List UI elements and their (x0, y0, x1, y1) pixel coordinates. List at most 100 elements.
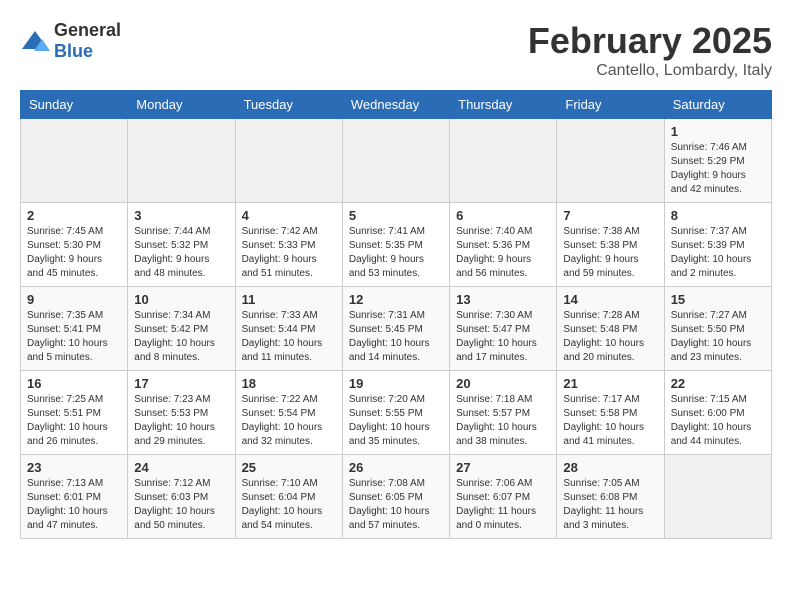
calendar-cell (557, 119, 664, 203)
calendar-cell (342, 119, 449, 203)
calendar-cell: 3 Sunrise: 7:44 AM Sunset: 5:32 PM Daylig… (128, 203, 235, 287)
day-number: 20 (456, 376, 550, 391)
day-info: Sunrise: 7:28 AM Sunset: 5:48 PM Dayligh… (563, 309, 657, 365)
day-number: 6 (456, 208, 550, 223)
day-number: 10 (134, 292, 228, 307)
title-area: February 2025 Cantello, Lombardy, Italy (528, 20, 772, 80)
day-info: Sunrise: 7:22 AM Sunset: 5:54 PM Dayligh… (242, 393, 336, 449)
logo-wordmark: General Blue (54, 20, 121, 62)
calendar-week-3: 9 Sunrise: 7:35 AM Sunset: 5:41 PM Daylig… (21, 287, 772, 371)
calendar-cell (128, 119, 235, 203)
day-number: 4 (242, 208, 336, 223)
calendar-table: SundayMondayTuesdayWednesdayThursdayFrid… (20, 90, 772, 539)
calendar-week-1: 1Sunrise: 7:46 AM Sunset: 5:29 PM Daylig… (21, 119, 772, 203)
day-number: 15 (671, 292, 765, 307)
weekday-header-tuesday: Tuesday (235, 91, 342, 119)
day-number: 17 (134, 376, 228, 391)
calendar-cell: 6 Sunrise: 7:40 AM Sunset: 5:36 PM Daylig… (450, 203, 557, 287)
day-info: Sunrise: 7:33 AM Sunset: 5:44 PM Dayligh… (242, 309, 336, 365)
day-number: 12 (349, 292, 443, 307)
logo-general: General (54, 20, 121, 40)
day-info: Sunrise: 7:31 AM Sunset: 5:45 PM Dayligh… (349, 309, 443, 365)
month-title: February 2025 (528, 20, 772, 62)
calendar-cell: 24 Sunrise: 7:12 AM Sunset: 6:03 PM Dayli… (128, 455, 235, 539)
weekday-header-sunday: Sunday (21, 91, 128, 119)
day-number: 5 (349, 208, 443, 223)
calendar-cell: 2Sunrise: 7:45 AM Sunset: 5:30 PM Daylig… (21, 203, 128, 287)
weekday-header-monday: Monday (128, 91, 235, 119)
day-info: Sunrise: 7:37 AM Sunset: 5:39 PM Dayligh… (671, 225, 765, 281)
day-info: Sunrise: 7:13 AM Sunset: 6:01 PM Dayligh… (27, 477, 121, 533)
day-number: 22 (671, 376, 765, 391)
weekday-header-saturday: Saturday (664, 91, 771, 119)
day-info: Sunrise: 7:30 AM Sunset: 5:47 PM Dayligh… (456, 309, 550, 365)
day-number: 27 (456, 460, 550, 475)
day-info: Sunrise: 7:38 AM Sunset: 5:38 PM Dayligh… (563, 225, 657, 281)
calendar-cell (664, 455, 771, 539)
weekday-header-friday: Friday (557, 91, 664, 119)
day-info: Sunrise: 7:18 AM Sunset: 5:57 PM Dayligh… (456, 393, 550, 449)
weekday-header-thursday: Thursday (450, 91, 557, 119)
day-number: 24 (134, 460, 228, 475)
calendar-cell: 18 Sunrise: 7:22 AM Sunset: 5:54 PM Dayli… (235, 371, 342, 455)
calendar-cell: 23 Sunrise: 7:13 AM Sunset: 6:01 PM Dayli… (21, 455, 128, 539)
calendar-cell: 12 Sunrise: 7:31 AM Sunset: 5:45 PM Dayli… (342, 287, 449, 371)
day-info: Sunrise: 7:44 AM Sunset: 5:32 PM Dayligh… (134, 225, 228, 281)
calendar-cell: 26 Sunrise: 7:08 AM Sunset: 6:05 PM Dayli… (342, 455, 449, 539)
day-info: Sunrise: 7:12 AM Sunset: 6:03 PM Dayligh… (134, 477, 228, 533)
calendar-cell: 11 Sunrise: 7:33 AM Sunset: 5:44 PM Dayli… (235, 287, 342, 371)
day-number: 11 (242, 292, 336, 307)
day-number: 18 (242, 376, 336, 391)
calendar-cell: 5 Sunrise: 7:41 AM Sunset: 5:35 PM Daylig… (342, 203, 449, 287)
logo-blue: Blue (54, 41, 93, 61)
day-number: 16 (27, 376, 121, 391)
calendar-cell: 22 Sunrise: 7:15 AM Sunset: 6:00 PM Dayli… (664, 371, 771, 455)
day-number: 14 (563, 292, 657, 307)
calendar-cell: 20 Sunrise: 7:18 AM Sunset: 5:57 PM Dayli… (450, 371, 557, 455)
day-number: 9 (27, 292, 121, 307)
day-info: Sunrise: 7:08 AM Sunset: 6:05 PM Dayligh… (349, 477, 443, 533)
page-header: General Blue February 2025 Cantello, Lom… (20, 20, 772, 80)
calendar-cell (235, 119, 342, 203)
day-info: Sunrise: 7:06 AM Sunset: 6:07 PM Dayligh… (456, 477, 550, 533)
calendar-cell: 9 Sunrise: 7:35 AM Sunset: 5:41 PM Daylig… (21, 287, 128, 371)
calendar-cell (450, 119, 557, 203)
day-info: Sunrise: 7:10 AM Sunset: 6:04 PM Dayligh… (242, 477, 336, 533)
day-info: Sunrise: 7:05 AM Sunset: 6:08 PM Dayligh… (563, 477, 657, 533)
day-number: 19 (349, 376, 443, 391)
day-info: Sunrise: 7:42 AM Sunset: 5:33 PM Dayligh… (242, 225, 336, 281)
calendar-week-4: 16Sunrise: 7:25 AM Sunset: 5:51 PM Dayli… (21, 371, 772, 455)
calendar-cell: 4 Sunrise: 7:42 AM Sunset: 5:33 PM Daylig… (235, 203, 342, 287)
day-number: 26 (349, 460, 443, 475)
calendar-cell: 8 Sunrise: 7:37 AM Sunset: 5:39 PM Daylig… (664, 203, 771, 287)
calendar-cell: 27 Sunrise: 7:06 AM Sunset: 6:07 PM Dayli… (450, 455, 557, 539)
day-info: Sunrise: 7:40 AM Sunset: 5:36 PM Dayligh… (456, 225, 550, 281)
calendar-cell (21, 119, 128, 203)
calendar-cell: 28 Sunrise: 7:05 AM Sunset: 6:08 PM Dayli… (557, 455, 664, 539)
calendar-cell: 15Sunrise: 7:27 AM Sunset: 5:50 PM Dayli… (664, 287, 771, 371)
calendar-cell: 17Sunrise: 7:23 AM Sunset: 5:53 PM Dayli… (128, 371, 235, 455)
calendar-cell: 10Sunrise: 7:34 AM Sunset: 5:42 PM Dayli… (128, 287, 235, 371)
calendar-week-2: 2Sunrise: 7:45 AM Sunset: 5:30 PM Daylig… (21, 203, 772, 287)
day-number: 23 (27, 460, 121, 475)
day-info: Sunrise: 7:17 AM Sunset: 5:58 PM Dayligh… (563, 393, 657, 449)
day-number: 13 (456, 292, 550, 307)
day-info: Sunrise: 7:45 AM Sunset: 5:30 PM Dayligh… (27, 225, 121, 281)
day-info: Sunrise: 7:35 AM Sunset: 5:41 PM Dayligh… (27, 309, 121, 365)
day-number: 28 (563, 460, 657, 475)
calendar-cell: 1Sunrise: 7:46 AM Sunset: 5:29 PM Daylig… (664, 119, 771, 203)
calendar-cell: 7Sunrise: 7:38 AM Sunset: 5:38 PM Daylig… (557, 203, 664, 287)
day-info: Sunrise: 7:15 AM Sunset: 6:00 PM Dayligh… (671, 393, 765, 449)
calendar-cell: 16Sunrise: 7:25 AM Sunset: 5:51 PM Dayli… (21, 371, 128, 455)
day-number: 25 (242, 460, 336, 475)
calendar-cell: 14 Sunrise: 7:28 AM Sunset: 5:48 PM Dayli… (557, 287, 664, 371)
day-number: 8 (671, 208, 765, 223)
day-info: Sunrise: 7:41 AM Sunset: 5:35 PM Dayligh… (349, 225, 443, 281)
logo: General Blue (20, 20, 121, 62)
day-number: 3 (134, 208, 228, 223)
location-subtitle: Cantello, Lombardy, Italy (528, 62, 772, 80)
weekday-header-wednesday: Wednesday (342, 91, 449, 119)
calendar-cell: 21 Sunrise: 7:17 AM Sunset: 5:58 PM Dayli… (557, 371, 664, 455)
logo-icon (20, 29, 50, 53)
day-number: 21 (563, 376, 657, 391)
